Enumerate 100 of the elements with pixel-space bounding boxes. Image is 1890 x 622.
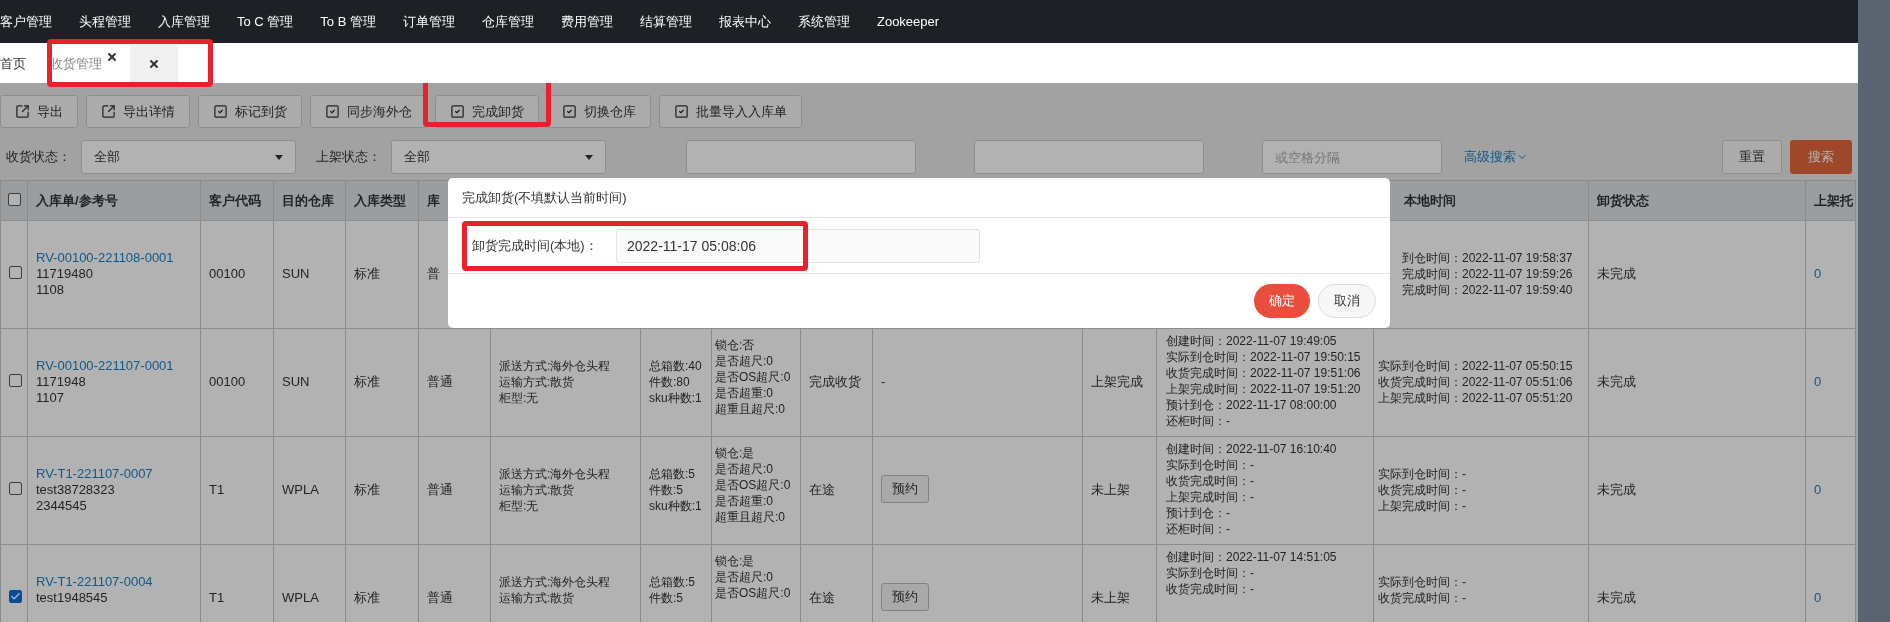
lock-info: 是否超尺:0 (715, 569, 773, 585)
delivery-info: 运输方式:散货 (499, 374, 575, 390)
nav-link[interactable]: 费用管理 (560, 11, 613, 32)
input-field[interactable] (686, 140, 916, 174)
time-entry: 创建时间：2022-11-07 16:10:40 (1166, 441, 1337, 457)
order-link[interactable]: RV-00100-221108-0001 (36, 250, 192, 266)
pallet-count-link[interactable]: 0 (1814, 337, 1847, 390)
column-header: 目的仓库 (273, 180, 346, 221)
stock-type: 普通 (427, 374, 453, 389)
lock-info: 是否OS超尺:0 (715, 477, 791, 493)
nav-link[interactable]: 仓库管理 (481, 11, 534, 32)
time-entry: 实际到仓时间：- (1378, 466, 1466, 482)
close-icon[interactable] (148, 58, 160, 70)
inbound-type: 标准 (354, 374, 380, 389)
column-header: 入库类型 (345, 180, 419, 221)
datetime-field[interactable]: 2022-11-17 05:08:06 (616, 228, 980, 263)
time-entry: 实际到仓时间：2022-11-07 19:50:15 (1166, 349, 1361, 365)
customer-code: T1 (209, 482, 225, 497)
nav-link[interactable]: 结算管理 (639, 11, 692, 32)
checkbox-icon (213, 104, 228, 119)
pallet-count-link[interactable]: 0 (1814, 229, 1847, 282)
select-field[interactable]: 全部 (81, 140, 296, 174)
inbound-type: 标准 (354, 590, 380, 605)
reference-number: 2344545 (36, 498, 88, 514)
time-entry: 收货完成时间：2022-11-07 05:51:06 (1378, 374, 1573, 390)
reference-number: 1108 (36, 282, 65, 298)
checkbox[interactable] (9, 482, 22, 495)
time-entry: 完成时间：2022-11-07 19:59:40 (1402, 282, 1573, 298)
nav-link[interactable]: To C 管理 (237, 11, 294, 32)
nav-link[interactable]: To B 管理 (320, 11, 376, 32)
order-link[interactable]: RV-00100-221107-0001 (36, 358, 192, 374)
export-icon (15, 104, 30, 119)
cancel-button[interactable]: 取消 (1318, 284, 1376, 318)
booking-button[interactable]: 预约 (881, 583, 929, 611)
toolbar-button[interactable]: 导出详情 (86, 95, 190, 128)
nav-link[interactable]: Zookeeper (876, 11, 940, 32)
checkbox[interactable] (7, 192, 21, 206)
count-info: 件数:5 (649, 482, 683, 498)
order-link[interactable]: RV-T1-221107-0004 (36, 574, 192, 590)
input-field[interactable]: 或空格分隔 (1262, 140, 1442, 174)
column-header: 入库单/参考号 (27, 180, 201, 221)
nav-link[interactable]: 系统管理 (797, 11, 850, 32)
toolbar-button[interactable]: 批量导入入库单 (659, 95, 802, 128)
reference-number: test38728323 (36, 482, 116, 498)
nav-link[interactable]: 客户管理 (0, 11, 52, 32)
shelf-status: 未上架 (1091, 482, 1130, 497)
column-header: 上架托 (1805, 180, 1856, 221)
time-entry: 实际到仓时间：- (1378, 574, 1466, 590)
count-info: 总箱数:5 (649, 466, 695, 482)
toolbar-button[interactable]: 标记到货 (198, 95, 302, 128)
booking-button[interactable]: 预约 (881, 475, 929, 503)
receiving-status: 在途 (809, 590, 835, 605)
lock-info: 锁仓:是 (715, 553, 755, 569)
reset-button[interactable]: 重置 (1722, 140, 1782, 174)
order-link[interactable]: RV-T1-221107-0007 (36, 466, 192, 482)
tab[interactable] (130, 45, 178, 83)
warehouse-code: WPLA (282, 590, 319, 605)
lock-info: 是否OS超尺:0 (715, 369, 791, 385)
time-entry: 上架完成时间：2022-11-07 19:51:20 (1166, 381, 1361, 397)
nav-link[interactable]: 入库管理 (158, 11, 210, 32)
caret-icon (275, 154, 283, 160)
receiving-status: 完成收货 (809, 374, 861, 389)
receiving-status: 在途 (809, 482, 835, 497)
close-icon[interactable] (106, 51, 118, 63)
count-info: 总箱数:40 (649, 358, 702, 374)
checkbox[interactable] (9, 590, 22, 603)
select-field[interactable]: 全部 (391, 140, 606, 174)
checkbox[interactable] (9, 266, 22, 279)
delivery-info: 柜型:无 (499, 498, 539, 514)
column-header: 卸货状态 (1588, 180, 1806, 221)
toolbar-button[interactable]: 同步海外仓 (310, 95, 427, 128)
lock-info: 是否超尺:0 (715, 461, 773, 477)
pallet-count-link[interactable]: 0 (1814, 445, 1847, 498)
shelf-status: 上架完成 (1091, 374, 1143, 389)
time-entry: 上架完成时间：- (1166, 489, 1254, 505)
input-field[interactable] (974, 140, 1204, 174)
nav-link[interactable]: 订单管理 (402, 11, 455, 32)
delivery-info: 柜型:无 (499, 390, 539, 406)
check-icon (10, 591, 21, 602)
count-info: 件数:80 (649, 374, 690, 390)
toolbar-button[interactable]: 切换仓库 (547, 95, 651, 128)
lock-info: 锁仓:是 (715, 445, 755, 461)
lock-info: 超重且超尺:0 (715, 401, 785, 417)
time-entry: 收货完成时间：2022-11-07 19:51:06 (1166, 365, 1361, 381)
nav-link[interactable]: 报表中心 (718, 11, 771, 32)
toolbar-button[interactable]: 导出 (0, 95, 78, 128)
checkbox[interactable] (9, 374, 22, 387)
time-entry: 还柜时间：- (1166, 413, 1230, 429)
time-entry: 实际到仓时间：- (1166, 457, 1254, 473)
confirm-button[interactable]: 确定 (1254, 284, 1310, 318)
time-entry: 还柜时间：- (1166, 521, 1230, 537)
count-info: sku种数:1 (649, 498, 702, 514)
time-entry: 收货完成时间：- (1378, 590, 1466, 606)
time-entry: 实际到仓时间：- (1166, 565, 1254, 581)
column-header: 客户代码 (200, 180, 274, 221)
nav-link[interactable]: 头程管理 (79, 11, 131, 32)
checkbox-icon (450, 104, 465, 119)
checkbox-icon (674, 104, 689, 119)
pallet-count-link[interactable]: 0 (1814, 553, 1847, 606)
time-entry: 收货完成时间：- (1166, 581, 1254, 597)
